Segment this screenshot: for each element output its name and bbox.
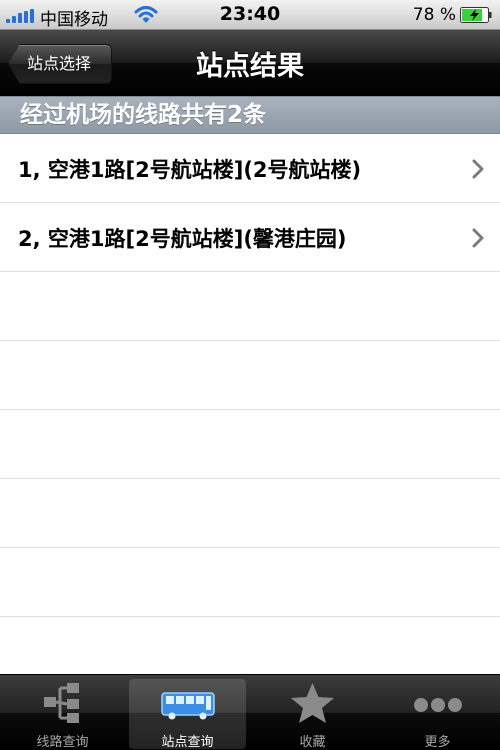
navigation-bar: 站点选择 站点结果 bbox=[0, 30, 500, 96]
tab-station-query[interactable]: 站点查询 bbox=[125, 675, 250, 750]
battery-percentage: 78 % bbox=[412, 5, 456, 25]
more-dots-icon bbox=[414, 698, 462, 712]
battery-charging-icon bbox=[460, 7, 492, 23]
route-row-2[interactable]: 2, 空港1路[2号航站楼](馨港庄园) bbox=[0, 203, 500, 272]
star-icon bbox=[291, 683, 334, 723]
tab-route-query[interactable]: 线路查询 bbox=[0, 675, 125, 750]
tab-label: 收藏 bbox=[299, 735, 326, 750]
empty-row bbox=[0, 617, 500, 678]
tab-more[interactable]: 更多 bbox=[375, 675, 500, 750]
route-tree-icon bbox=[44, 683, 79, 723]
bus-icon bbox=[161, 692, 215, 720]
empty-row bbox=[0, 341, 500, 410]
tab-bar: 线路查询 站点查询 收藏 更多 bbox=[0, 674, 500, 750]
tab-label: 更多 bbox=[424, 735, 451, 750]
chevron-right-icon bbox=[472, 228, 484, 248]
empty-row bbox=[0, 272, 500, 341]
route-row-1[interactable]: 1, 空港1路[2号航站楼](2号航站楼) bbox=[0, 134, 500, 203]
section-header: 经过机场的线路共有2条 bbox=[0, 96, 500, 134]
route-list: 1, 空港1路[2号航站楼](2号航站楼) 2, 空港1路[2号航站楼](馨港庄… bbox=[0, 134, 500, 678]
page-title: 站点结果 bbox=[196, 51, 304, 82]
empty-row bbox=[0, 410, 500, 479]
tab-label: 站点查询 bbox=[161, 735, 214, 750]
tab-label: 线路查询 bbox=[36, 735, 89, 750]
status-bar: 中国移动 23:40 78 % bbox=[0, 0, 500, 30]
empty-row bbox=[0, 479, 500, 548]
route-label: 1, 空港1路[2号航站楼](2号航站楼) bbox=[18, 158, 362, 182]
chevron-right-icon bbox=[472, 159, 484, 179]
empty-row bbox=[0, 548, 500, 617]
route-label: 2, 空港1路[2号航站楼](馨港庄园) bbox=[18, 227, 347, 251]
tab-favorites[interactable]: 收藏 bbox=[250, 675, 375, 750]
